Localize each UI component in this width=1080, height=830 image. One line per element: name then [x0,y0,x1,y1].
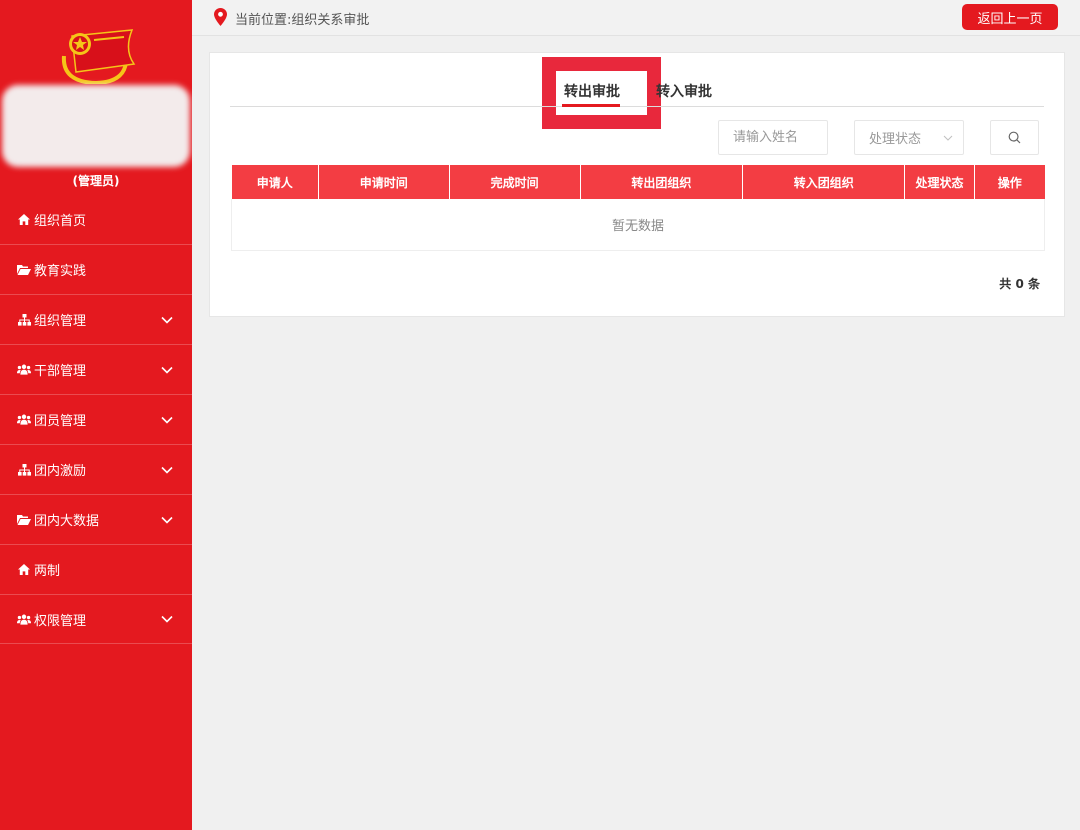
user-role-label: (管理员) [72,174,120,188]
users-icon [17,612,31,626]
approval-panel: 转出审批 转入审批 处理状态 申请人 申请时间 完成时间 转出团组织 转入团组织… [209,52,1065,317]
folder-open-icon [17,513,31,527]
tab-transfer-in-approval[interactable]: 转入审批 [656,81,712,101]
top-bar: 当前位置:组织关系审批 返回上一页 [192,0,1080,36]
name-search-input[interactable] [718,120,828,155]
sidebar-item-incentives[interactable]: 团内激励 [0,444,192,494]
redacted-org-name [2,85,190,167]
chevron-down-icon [943,135,953,141]
active-tab-indicator [562,104,620,107]
chevron-down-icon [161,416,173,424]
tab-transfer-out-approval[interactable]: 转出审批 [564,81,620,101]
sidebar-item-label: 组织首页 [34,214,87,229]
sitemap-icon [17,313,31,327]
sitemap-icon [17,463,31,477]
column-header-from-org[interactable]: 转出团组织 [580,165,744,199]
sidebar-nav: 组织首页 教育实践 组织管理 干部管理 团员管理 团内激励 团内大数据 两制 权… [0,195,192,644]
sidebar-item-label: 团内大数据 [34,514,100,529]
home-icon [17,213,31,227]
chevron-down-icon [161,516,173,524]
sidebar-item-permissions[interactable]: 权限管理 [0,594,192,644]
table-header-row: 申请人 申请时间 完成时间 转出团组织 转入团组织 处理状态 操作 [231,165,1045,199]
column-header-status[interactable]: 处理状态 [904,165,976,199]
column-header-applicant[interactable]: 申请人 [231,165,319,199]
column-header-apply-time[interactable]: 申请时间 [318,165,450,199]
sidebar-item-member-management[interactable]: 团员管理 [0,394,192,444]
sidebar-item-label: 干部管理 [34,364,87,379]
empty-state-text: 暂无数据 [231,199,1045,251]
sidebar-header: (管理员) [0,0,192,195]
sidebar-item-big-data[interactable]: 团内大数据 [0,494,192,544]
chevron-down-icon [161,615,173,623]
sidebar-item-org-management[interactable]: 组织管理 [0,294,192,344]
sidebar: (管理员) 组织首页 教育实践 组织管理 干部管理 团员管理 团内激励 团内大数… [0,0,192,830]
users-icon [17,363,31,377]
sidebar-item-label: 两制 [34,564,61,579]
approval-table: 申请人 申请时间 完成时间 转出团组织 转入团组织 处理状态 操作 暂无数据 [231,165,1045,251]
sidebar-item-label: 团员管理 [34,414,87,429]
sidebar-item-label: 权限管理 [34,613,87,629]
location-pin-icon [214,8,227,26]
status-select[interactable]: 处理状态 [854,120,964,155]
sidebar-item-label: 教育实践 [34,264,87,279]
column-header-actions: 操作 [974,165,1045,199]
search-button[interactable] [990,120,1039,155]
breadcrumb: 当前位置:组织关系审批 [235,13,370,28]
back-button[interactable]: 返回上一页 [962,4,1058,30]
sidebar-item-org-home[interactable]: 组织首页 [0,195,192,244]
table-empty-row: 暂无数据 [231,199,1045,251]
chevron-down-icon [161,366,173,374]
folder-open-icon [17,263,31,277]
chevron-down-icon [161,316,173,324]
status-select-placeholder: 处理状态 [869,132,922,147]
sidebar-item-education[interactable]: 教育实践 [0,244,192,294]
search-icon [1008,131,1021,144]
sidebar-item-label: 团内激励 [34,464,87,479]
sidebar-item-two-systems[interactable]: 两制 [0,544,192,594]
league-emblem-icon [61,29,136,84]
chevron-down-icon [161,466,173,474]
sidebar-item-label: 组织管理 [34,314,87,329]
column-header-complete-time[interactable]: 完成时间 [449,165,581,199]
sidebar-item-cadre-management[interactable]: 干部管理 [0,344,192,394]
users-icon [17,413,31,427]
home-icon [17,563,31,577]
tabs-divider [230,106,1044,107]
total-count: 共 0 条 [999,277,1040,291]
column-header-to-org[interactable]: 转入团组织 [742,165,906,199]
